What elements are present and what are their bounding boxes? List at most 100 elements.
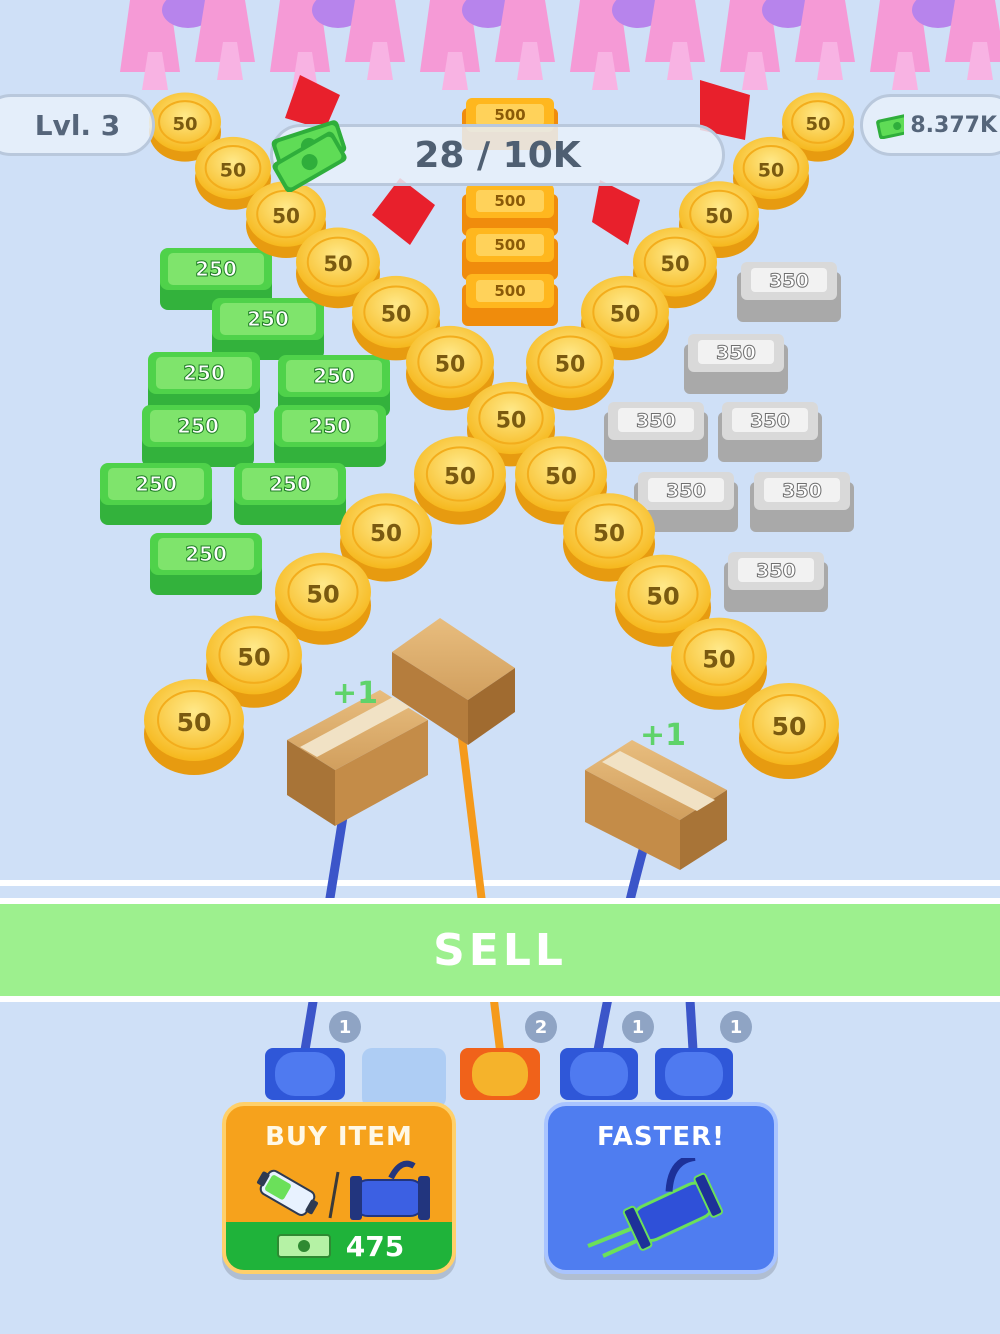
gold-bar-value: 500 [494,192,525,210]
coin-value: 50 [272,204,300,228]
cash-value: 250 [309,414,351,438]
empty-slot [362,1048,446,1108]
faster-title: FASTER! [597,1122,725,1152]
cash-value: 250 [313,364,355,388]
money-counter: 8.377K [860,94,1000,156]
level-indicator: Lvl. 3 [0,94,155,156]
cash-icon [876,112,905,139]
coin-value: 50 [172,114,197,135]
coin: 50 [144,679,244,775]
cash-stack: 250 [274,405,386,467]
coin-value: 50 [323,252,352,276]
cash-stack: 250 [150,533,262,595]
plus-one-label: +1 [640,718,686,753]
crystal-icon [945,0,1000,80]
cash-stack: 250 [142,405,254,467]
coin-value: 50 [555,353,586,378]
crystal-icon [795,0,855,80]
gold-bar-value: 500 [494,106,525,124]
faster-button[interactable]: FASTER! [544,1102,778,1274]
coin-value: 50 [381,303,412,328]
cash-icon [276,1234,331,1258]
silver-bar: 350 [750,472,854,532]
spool-slots[interactable] [265,1048,733,1108]
buy-item-title: BUY ITEM [265,1122,413,1152]
silver-value: 350 [666,480,706,502]
level-label: Lvl. 3 [34,108,121,142]
coin-value: 50 [237,644,270,672]
spool-count-badge: 1 [720,1011,752,1043]
progress-text: 28 / 10K [414,134,581,176]
buy-item-icons [257,1160,430,1220]
cash-value: 250 [177,414,219,438]
cash-stack: 250 [212,298,324,360]
fast-spool-icon [587,1158,724,1258]
coin-value: 50 [705,204,733,228]
coin-value: 50 [496,409,527,434]
spool-count-badge: 1 [329,1011,361,1043]
silver-bar: 350 [604,402,708,462]
buy-price-bar: 475 [226,1222,452,1270]
coin: 50 [739,683,839,779]
slash-divider [328,1171,340,1219]
plus-one-label: +1 [332,676,378,711]
silver-bar: 350 [718,402,822,462]
coin-value: 50 [444,464,476,490]
cash-value: 250 [195,257,237,281]
lane-line [0,880,1000,886]
coin-value: 50 [660,252,689,276]
game-scene: 250250250 250250 250250 250250 350350350 350… [0,0,1000,1108]
coin-value: 50 [177,708,212,737]
money-text: 8.377K [910,112,997,138]
coin-value: 50 [370,521,402,547]
coin-value: 50 [758,159,784,181]
crystal-row [120,0,1000,90]
coin-value: 50 [805,114,830,135]
coin-value: 50 [220,159,246,181]
battery-icon [257,1169,318,1216]
silver-value: 350 [782,480,822,502]
silver-bar: 350 [737,262,841,322]
coin: 50 [526,325,614,411]
silver-value: 350 [636,410,676,432]
cash-value: 250 [135,472,177,496]
silver-value: 350 [756,560,796,582]
cash-value: 250 [269,472,311,496]
silver-value: 350 [769,270,809,292]
spool-count-badge: 1 [622,1011,654,1043]
blue-spool-icon [655,1048,733,1100]
gold-bar-value: 500 [494,236,525,254]
silver-bar: 350 [724,552,828,612]
coin-value: 50 [610,303,641,328]
crystal-icon [495,0,555,80]
cash-value: 250 [183,361,225,385]
silver-value: 350 [716,342,756,364]
coin-value: 50 [646,583,679,611]
coin: 50 [414,436,506,525]
coin-value: 50 [545,464,577,490]
crystal-icon [645,0,705,80]
coin-value: 50 [702,646,735,674]
silver-value: 350 [750,410,790,432]
gold-bar-value: 500 [494,282,525,300]
sell-zone: SELL [0,898,1000,1002]
coin-value: 50 [435,353,466,378]
gold-bar: 500 [462,274,558,326]
gem-icon [372,178,435,245]
spool-count-badge: 2 [525,1011,557,1043]
blue-spool-icon [350,1160,430,1220]
crystal-icon [195,0,255,80]
sell-label: SELL [433,924,567,976]
gold-bar: 500 [462,228,558,280]
cash-stack: 250 [148,352,260,414]
orange-spool-icon [460,1048,540,1100]
blue-spool-icon [560,1048,638,1100]
gem-icon [592,180,640,245]
buy-item-button[interactable]: BUY ITEM 475 [222,1102,456,1274]
box [585,740,727,870]
coin-value: 50 [306,581,339,609]
coin-value: 50 [772,712,807,741]
crystal-icon [345,0,405,80]
buy-price: 475 [345,1229,405,1263]
cash-value: 250 [185,542,227,566]
